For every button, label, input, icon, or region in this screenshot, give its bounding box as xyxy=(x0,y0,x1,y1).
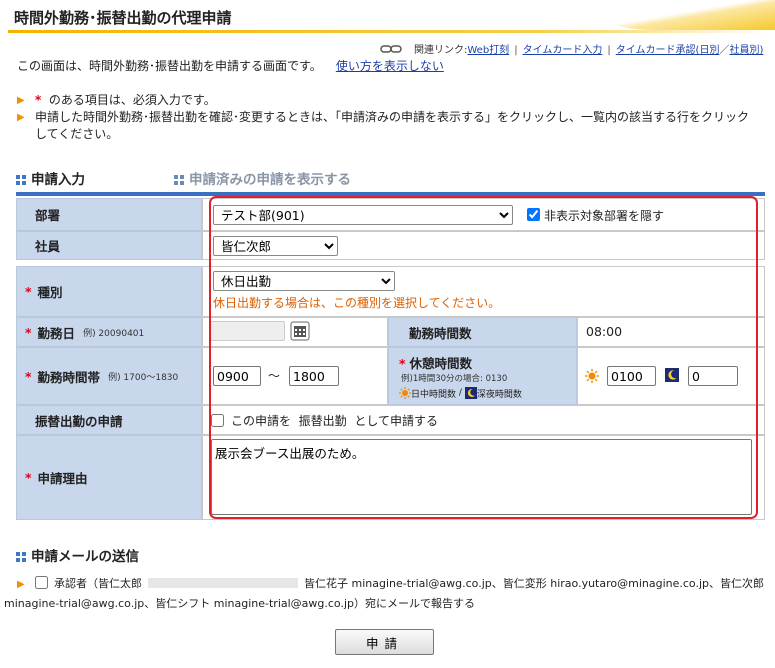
hide-department-checkbox[interactable] xyxy=(527,208,540,221)
work-band-to-input[interactable] xyxy=(289,366,339,386)
page-title: 時間外勤務･振替出勤の代理申請 xyxy=(14,9,232,27)
view-applied-note-text: 申請した時間外勤務･振替出勤を確認･変更するときは、「申請済みの申請を表示する」… xyxy=(35,110,750,141)
tab-show-applied[interactable]: 申請済みの申請を表示する xyxy=(174,168,351,188)
redacted-email xyxy=(148,578,298,588)
sun-icon xyxy=(585,369,599,383)
link-timecard-approval-daily[interactable]: タイムカード承認(日別 xyxy=(616,45,720,56)
work-band-from-input[interactable] xyxy=(213,366,261,386)
type-label: * 種別 xyxy=(16,266,202,317)
break-label: * 休憩時間数 例)1時間30分の場合: 0130 日中時間数 / 深夜時間数 xyxy=(388,347,577,405)
moon-icon xyxy=(464,387,477,399)
work-band-tilde: ～ xyxy=(268,369,281,383)
link-timecard-input[interactable]: タイムカード入力 xyxy=(523,45,603,56)
hide-usage-link[interactable]: 使い方を表示しない xyxy=(336,59,444,73)
intro: この画面は、時間外勤務･振替出勤を申請する画面です。 使い方を表示しない xyxy=(17,57,444,74)
work-hours-label: 勤務時間数 xyxy=(388,317,577,347)
substitute-checkbox[interactable] xyxy=(211,414,224,427)
title-underline xyxy=(8,30,768,33)
substitute-text: この申請を 振替出勤 として申請する xyxy=(231,414,438,428)
required-note-text: のある項目は、必須入力です。 xyxy=(48,93,216,107)
notes: ▶ * のある項目は、必須入力です。 ▶ 申請した時間外勤務･振替出勤を確認･変… xyxy=(17,92,757,143)
break-night-input[interactable] xyxy=(688,366,738,386)
related-links: 関連リンク:Web打刻 | タイムカード入力 | タイムカード承認(日別／社員別) xyxy=(380,41,763,56)
link-slash: ／ xyxy=(719,45,730,56)
work-band-label: * 勤務時間帯 例) 1700～1830 xyxy=(16,347,202,405)
triangle-bullet-icon: ▶ xyxy=(17,95,25,106)
employee-label: 社員 xyxy=(16,231,202,260)
grid-square-icon xyxy=(16,175,26,185)
work-hours-value: 08:00 xyxy=(586,324,623,339)
reason-textarea[interactable]: 展示会ブース出展のため。 xyxy=(211,439,752,515)
break-day-input[interactable] xyxy=(607,366,656,386)
reason-label: * 申請理由 xyxy=(16,435,202,520)
tab-apply-input[interactable]: 申請入力 xyxy=(16,168,85,188)
substitute-label: 振替出勤の申請 xyxy=(16,405,202,435)
mail-heading: 申請メールの送信 xyxy=(16,545,139,565)
intro-text: この画面は、時間外勤務･振替出勤を申請する画面です。 xyxy=(17,59,322,73)
required-star: * xyxy=(35,93,42,107)
night-hours-label: 深夜時間数 xyxy=(476,389,522,400)
title-decoration xyxy=(595,0,775,30)
submit-button[interactable]: 申請 xyxy=(335,629,434,655)
mail-notify: ▶ 承認者（皆仁太郎 皆仁花子 minagine-trial@awg.co.jp、皆… xyxy=(4,574,764,613)
type-select[interactable]: 休日出勤 xyxy=(213,271,395,291)
related-links-label: 関連リンク: xyxy=(414,45,468,56)
mail-line2: minagine-trial@awg.co.jp、皆仁シフト minagine-… xyxy=(4,597,476,610)
mail-line1-a: 承認者（皆仁太郎 xyxy=(54,577,142,590)
mail-notify-checkbox[interactable] xyxy=(35,576,48,589)
work-date-input[interactable] xyxy=(209,321,285,341)
triangle-bullet-icon: ▶ xyxy=(17,579,25,590)
chain-link-icon xyxy=(380,45,402,53)
employee-select[interactable]: 皆仁次郎 xyxy=(213,236,338,256)
title-bar: 時間外勤務･振替出勤の代理申請 xyxy=(0,0,775,34)
note-required: ▶ * のある項目は、必須入力です。 xyxy=(17,92,757,109)
work-date-label: * 勤務日 例) 20090401 xyxy=(16,317,202,347)
note-view-applied: ▶ 申請した時間外勤務･振替出勤を確認･変更するときは、「申請済みの申請を表示す… xyxy=(17,109,757,143)
department-select[interactable]: テスト部(901) xyxy=(213,205,513,225)
type-hint: 休日出勤する場合は、この種別を選択してください。 xyxy=(213,296,501,310)
triangle-bullet-icon: ▶ xyxy=(17,112,25,123)
sun-icon xyxy=(399,387,411,399)
tab-underline xyxy=(16,192,765,196)
grid-square-icon xyxy=(174,175,184,185)
moon-icon xyxy=(665,368,679,382)
day-hours-label: 日中時間数 xyxy=(411,389,457,400)
grid-square-icon xyxy=(16,552,26,562)
mail-line1-b: 皆仁花子 minagine-trial@awg.co.jp、皆仁変形 hirao… xyxy=(304,577,764,590)
hide-department-label: 非表示対象部署を隠す xyxy=(544,209,665,223)
department-label: 部署 xyxy=(16,198,202,231)
link-timecard-approval-employee[interactable]: 社員別) xyxy=(729,45,763,56)
calendar-icon[interactable] xyxy=(290,321,310,341)
link-web-dakoku[interactable]: Web打刻 xyxy=(467,45,509,56)
